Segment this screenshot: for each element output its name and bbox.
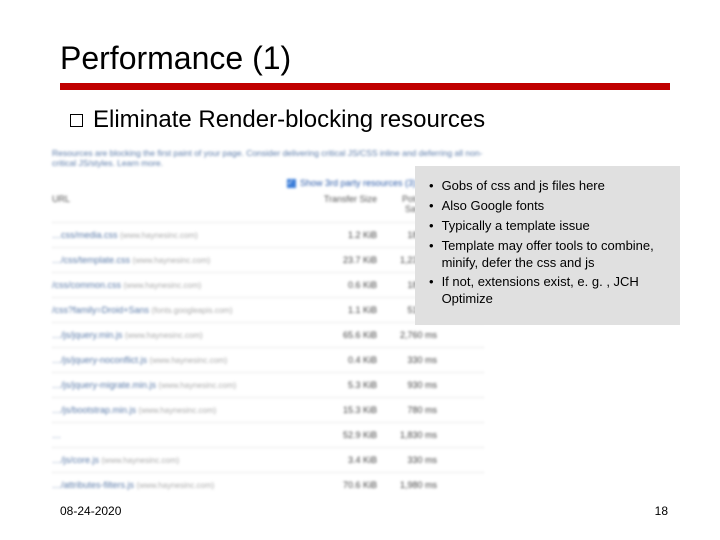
cell-size: 3.4 KiB: [322, 455, 377, 465]
cell-url: …css/media.css (www.haynesinc.com): [52, 230, 322, 240]
cell-size: 0.4 KiB: [322, 355, 377, 365]
cell-size: 52.9 KiB: [322, 430, 377, 440]
callout-item: • Gobs of css and js files here: [425, 178, 670, 195]
title-underline: [60, 83, 670, 90]
cell-domain: (www.haynesinc.com): [120, 231, 198, 240]
table-row: …/js/core.js (www.haynesinc.com)3.4 KiB3…: [52, 447, 484, 472]
bullet-icon: •: [429, 198, 434, 215]
callout-text: Gobs of css and js files here: [442, 178, 605, 195]
content-area: Resources are blocking the first paint o…: [60, 144, 670, 474]
cell-url: …: [52, 430, 322, 440]
cell-size: 0.6 KiB: [322, 280, 377, 290]
callout-item: • Also Google fonts: [425, 198, 670, 215]
cell-domain: (www.haynesinc.com): [150, 356, 228, 365]
cell-url: …/attributes-filters.js (www.haynesinc.c…: [52, 480, 322, 490]
footer: 08-24-2020 18: [60, 504, 668, 518]
table-row: …/js/jquery.min.js (www.haynesinc.com)65…: [52, 322, 484, 347]
cell-savings: 330 ms: [377, 455, 437, 465]
cell-url: …/js/bootstrap.min.js (www.haynesinc.com…: [52, 405, 322, 415]
cell-savings: 1,980 ms: [377, 480, 437, 490]
cell-url: …/js/core.js (www.haynesinc.com): [52, 455, 322, 465]
cell-domain: (www.haynesinc.com): [124, 281, 202, 290]
bullet-icon: •: [429, 238, 434, 272]
bullet-checkbox-icon: [70, 114, 83, 127]
cell-savings: 1,830 ms: [377, 430, 437, 440]
callout-text: Template may offer tools to combine, min…: [442, 238, 670, 272]
subtitle-row: Eliminate Render-blocking resources: [70, 106, 670, 134]
cell-savings: 2,760 ms: [377, 330, 437, 340]
cell-size: 5.3 KiB: [322, 380, 377, 390]
checkbox-icon: [287, 179, 296, 188]
callout-item: • Typically a template issue: [425, 218, 670, 235]
cell-domain: (www.haynesinc.com): [139, 406, 217, 415]
cell-url: …/js/jquery.min.js (www.haynesinc.com): [52, 330, 322, 340]
callout-text: Also Google fonts: [442, 198, 545, 215]
cell-url: /css?family=Droid+Sans (fonts.googleapis…: [52, 305, 322, 315]
cell-domain: (www.haynesinc.com): [133, 256, 211, 265]
callout-text: Typically a template issue: [442, 218, 590, 235]
slide: Performance (1) Eliminate Render-blockin…: [0, 0, 720, 540]
callout-item: •Template may offer tools to combine, mi…: [425, 238, 670, 272]
cell-url: …/js/jquery-migrate.min.js (www.haynesin…: [52, 380, 322, 390]
cell-savings: 930 ms: [377, 380, 437, 390]
cell-domain: (www.haynesinc.com): [137, 481, 215, 490]
cell-size: 65.6 KiB: [322, 330, 377, 340]
cell-savings: 780 ms: [377, 405, 437, 415]
cell-size: 23.7 KiB: [322, 255, 377, 265]
table-row: …/attributes-filters.js (www.haynesinc.c…: [52, 472, 484, 497]
cell-size: 15.3 KiB: [322, 405, 377, 415]
cell-url: /css/common.css (www.haynesinc.com): [52, 280, 322, 290]
cell-domain: (www.haynesinc.com): [125, 331, 203, 340]
bullet-icon: •: [429, 274, 434, 308]
cell-domain: (www.haynesinc.com): [159, 381, 237, 390]
subtitle: Eliminate Render-blocking resources: [93, 106, 485, 134]
cell-size: 1.1 KiB: [322, 305, 377, 315]
callout-item: •If not, extensions exist, e. g. , JCH O…: [425, 274, 670, 308]
callout-text: If not, extensions exist, e. g. , JCH Op…: [442, 274, 670, 308]
bullet-icon: •: [429, 218, 434, 235]
cell-size: 1.2 KiB: [322, 230, 377, 240]
table-row: …/js/bootstrap.min.js (www.haynesinc.com…: [52, 397, 484, 422]
footer-page: 18: [655, 504, 668, 518]
header-url: URL: [52, 194, 322, 214]
table-row: … 52.9 KiB1,830 ms: [52, 422, 484, 447]
bullet-icon: •: [429, 178, 434, 195]
cell-domain: (fonts.googleapis.com): [152, 306, 233, 315]
cell-size: 70.6 KiB: [322, 480, 377, 490]
cell-savings: 330 ms: [377, 355, 437, 365]
cell-url: …/css/template.css (www.haynesinc.com): [52, 255, 322, 265]
callout-list: • Gobs of css and js files here • Also Goog…: [425, 178, 670, 308]
audit-description: Resources are blocking the first paint o…: [52, 148, 484, 168]
callout-box: • Gobs of css and js files here • Also Goog…: [415, 166, 680, 325]
footer-date: 08-24-2020: [60, 504, 121, 518]
third-party-label: Show 3rd party resources (3): [300, 178, 416, 188]
table-row: …/js/jquery-noconflict.js (www.haynesinc…: [52, 347, 484, 372]
cell-url: …/js/jquery-noconflict.js (www.haynesinc…: [52, 355, 322, 365]
header-size: Transfer Size: [322, 194, 377, 214]
table-row: …/js/jquery-migrate.min.js (www.haynesin…: [52, 372, 484, 397]
cell-domain: (www.haynesinc.com): [102, 456, 180, 465]
slide-title: Performance (1): [60, 40, 670, 77]
